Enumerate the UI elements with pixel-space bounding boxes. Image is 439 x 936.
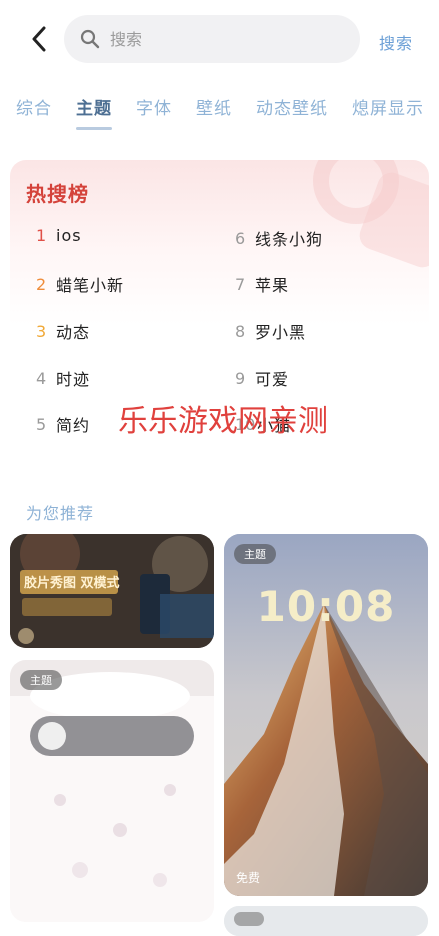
tab-all[interactable]: 综合	[16, 94, 52, 130]
theme-card-mountain[interactable]: 主题 10:08 免费	[224, 534, 428, 896]
tab-always-on-display[interactable]: 熄屏显示	[352, 94, 424, 130]
lockscreen-clock: 10:08	[256, 582, 396, 631]
watermark-text: 乐乐游戏网亲测	[118, 404, 328, 439]
hot-search-item[interactable]: 3 动态	[36, 319, 90, 343]
search-box[interactable]	[64, 15, 360, 63]
hot-search-text: 蜡笔小新	[56, 276, 125, 295]
hot-search-item[interactable]: 4 时迹	[36, 366, 90, 390]
theme-card-film[interactable]: 胶片秀图 双模式	[10, 534, 214, 648]
hot-search-text: 苹果	[255, 276, 290, 295]
category-tabs: 综合 主题 字体 壁纸 动态壁纸 熄屏显示	[16, 94, 439, 130]
rank-number: 3	[36, 321, 47, 341]
hot-search-text: 时迹	[56, 370, 91, 389]
theme-tag: 主题	[234, 544, 276, 564]
rank-number: 1	[36, 226, 47, 245]
recommend-section-title: 为您推荐	[26, 504, 95, 523]
hot-search-item[interactable]: 9 可爱	[235, 366, 289, 390]
rank-number: 8	[235, 321, 246, 341]
hot-search-item[interactable]: 6 线条小狗	[235, 226, 323, 250]
theme-card-partial[interactable]	[224, 906, 428, 936]
tab-theme[interactable]: 主题	[76, 94, 112, 130]
back-button[interactable]	[24, 22, 54, 56]
rank-number: 6	[235, 228, 246, 248]
rank-number: 4	[36, 368, 47, 388]
rank-number: 2	[36, 274, 47, 294]
hot-search-text: ios	[56, 226, 82, 245]
price-label: 免费	[236, 871, 261, 885]
tab-font[interactable]: 字体	[136, 94, 172, 130]
hot-search-text: 可爱	[255, 370, 290, 389]
hot-search-text: 线条小狗	[255, 230, 324, 249]
hot-search-item[interactable]: 1 ios	[36, 226, 82, 245]
chevron-left-icon	[32, 26, 46, 52]
hot-search-item[interactable]: 7 苹果	[235, 272, 289, 296]
cute-pastel-theme-image	[10, 660, 214, 922]
search-icon	[80, 29, 100, 49]
hot-search-title: 热搜榜	[26, 182, 89, 206]
hot-search-item[interactable]: 2 蜡笔小新	[36, 272, 124, 296]
hot-search-text: 简约	[56, 416, 91, 435]
poster-caption: 胶片秀图 双模式	[24, 576, 120, 591]
rank-number: 9	[235, 368, 246, 388]
top-bar: 搜索	[0, 0, 439, 80]
theme-tag: 主题	[20, 670, 62, 690]
rank-number: 7	[235, 274, 246, 294]
hot-search-text: 罗小黑	[255, 323, 307, 342]
film-poster-image	[10, 534, 214, 648]
hot-search-item[interactable]: 5 简约	[36, 412, 90, 436]
search-input[interactable]	[108, 28, 342, 50]
tab-wallpaper[interactable]: 壁纸	[196, 94, 232, 130]
rank-number: 5	[36, 414, 47, 434]
pastel-theme-image	[224, 906, 428, 936]
theme-card-cute[interactable]: 主题	[10, 660, 214, 922]
hot-search-text: 动态	[56, 323, 91, 342]
hot-search-item[interactable]: 8 罗小黑	[235, 319, 306, 343]
search-button[interactable]: 搜索	[379, 30, 413, 54]
tab-live-wallpaper[interactable]: 动态壁纸	[256, 94, 328, 130]
